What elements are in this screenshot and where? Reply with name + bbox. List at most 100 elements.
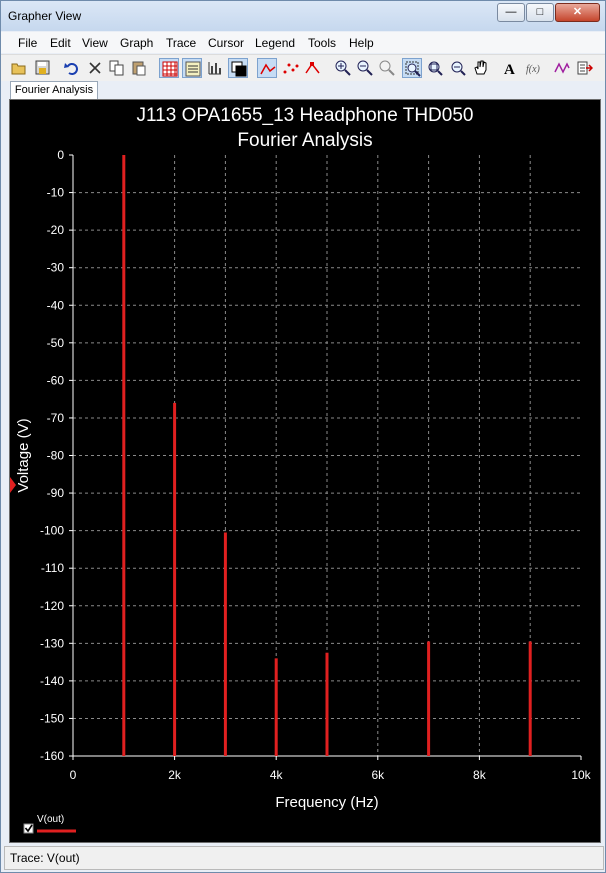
spectral-line — [122, 155, 126, 756]
grapher-window: Grapher View — □ ✕ File Edit View Graph … — [0, 0, 606, 873]
menu-edit[interactable]: Edit — [50, 36, 71, 50]
toolbar: A f(x) — [1, 54, 605, 82]
zoom-out-icon — [357, 60, 373, 76]
close-button[interactable]: ✕ — [555, 3, 600, 22]
formula-button[interactable]: f(x) — [523, 58, 543, 78]
spectral-line — [274, 658, 278, 756]
export-button[interactable] — [575, 58, 595, 78]
y-tick-label: 0 — [57, 148, 64, 162]
menu-trace[interactable]: Trace — [166, 36, 196, 50]
y-tick-label: -30 — [47, 261, 65, 275]
y-tick-label: -60 — [47, 373, 65, 387]
points-trace-icon — [283, 63, 299, 74]
grid-button[interactable] — [159, 58, 179, 78]
maximize-button[interactable]: □ — [526, 3, 554, 22]
spectral-line — [173, 402, 177, 756]
zoom-window-button[interactable] — [448, 58, 468, 78]
zoom-reset-icon — [379, 60, 395, 76]
maximize-icon: □ — [536, 6, 544, 18]
menu-help[interactable]: Help — [349, 36, 374, 50]
open-icon — [11, 63, 26, 75]
y-tick-label: -10 — [47, 186, 65, 200]
status-bar: Trace: V(out) — [4, 846, 604, 870]
close-icon: ✕ — [572, 6, 583, 18]
trace-style-icon — [554, 62, 570, 74]
delete-icon — [89, 62, 101, 74]
undo-button[interactable] — [62, 58, 82, 78]
pan-hand-button[interactable] — [471, 58, 491, 78]
menu-bar: File Edit View Graph Trace Cursor Legend… — [1, 32, 605, 53]
export-icon — [577, 61, 593, 75]
fourier-chart: J113 OPA1655_13 Headphone THD050 Fourier … — [10, 105, 592, 834]
paste-button[interactable] — [129, 58, 149, 78]
bar-chart-button[interactable] — [205, 58, 225, 78]
menu-graph[interactable]: Graph — [120, 36, 153, 50]
table-icon — [185, 61, 201, 77]
text-button[interactable]: A — [500, 58, 520, 78]
line-trace-button[interactable] — [257, 58, 277, 78]
zoom-box-button[interactable] — [402, 58, 422, 78]
zoom-window-icon — [451, 61, 466, 76]
zoom-box-icon — [405, 61, 421, 77]
svg-text:A: A — [504, 62, 515, 76]
svg-text:f(x): f(x) — [526, 64, 541, 75]
x-tick-label: 10k — [571, 768, 591, 782]
text-icon: A — [504, 62, 515, 76]
x-tick-label: 2k — [168, 768, 182, 782]
minimize-button[interactable]: — — [497, 3, 525, 22]
y-tick-label: -120 — [40, 599, 64, 613]
menu-file[interactable]: File — [18, 36, 37, 50]
y-axis-label: Voltage (V) — [15, 418, 32, 492]
x-tick-label: 6k — [371, 768, 385, 782]
spectral-line — [427, 641, 431, 756]
zoom-out-button[interactable] — [355, 58, 375, 78]
points-trace-button[interactable] — [281, 58, 301, 78]
x-tick-label: 0 — [70, 768, 77, 782]
y-tick-label: -40 — [47, 298, 65, 312]
y-tick-label: -160 — [40, 749, 64, 763]
save-icon — [35, 60, 50, 75]
x-axis-label: Frequency (Hz) — [275, 794, 378, 811]
pan-hand-icon — [474, 60, 487, 75]
copy-button[interactable] — [107, 58, 127, 78]
y-tick-label: -130 — [40, 636, 64, 650]
table-button[interactable] — [182, 58, 202, 78]
y-tick-label: -100 — [40, 524, 64, 538]
menu-tools[interactable]: Tools — [308, 36, 336, 50]
zoom-fit-icon — [428, 61, 443, 76]
zoom-fit-button[interactable] — [425, 58, 445, 78]
undo-icon — [64, 63, 78, 75]
bar-chart-icon — [208, 62, 221, 75]
window-button[interactable] — [228, 58, 248, 78]
open-button[interactable] — [9, 58, 29, 78]
y-tick-label: -90 — [47, 486, 65, 500]
y-tick-label: -80 — [47, 449, 65, 463]
chart-subtitle: Fourier Analysis — [237, 130, 372, 151]
spectral-line — [325, 652, 329, 756]
chart-title: J113 OPA1655_13 Headphone THD050 — [137, 105, 474, 126]
x-tick-label: 4k — [270, 768, 284, 782]
status-text: Trace: V(out) — [10, 851, 80, 865]
spectral-line — [528, 641, 532, 756]
delete-button[interactable] — [85, 58, 105, 78]
copy-icon — [109, 60, 124, 76]
paste-icon — [132, 61, 146, 76]
spectral-line — [223, 532, 227, 756]
menu-view[interactable]: View — [82, 36, 108, 50]
x-tick-label: 8k — [473, 768, 487, 782]
formula-icon: f(x) — [526, 64, 541, 75]
line-trace-icon — [260, 63, 276, 75]
trace-style-button[interactable] — [552, 58, 572, 78]
title-bar: Grapher View — □ ✕ — [1, 1, 605, 31]
y-tick-label: -70 — [47, 411, 65, 425]
tab-fourier-analysis[interactable]: Fourier Analysis — [10, 81, 98, 99]
menu-cursor[interactable]: Cursor — [208, 36, 244, 50]
menu-legend[interactable]: Legend — [255, 36, 295, 50]
markers-trace-button[interactable] — [303, 58, 323, 78]
legend-label: V(out) — [37, 814, 64, 825]
zoom-in-button[interactable] — [333, 58, 353, 78]
y-tick-label: -20 — [47, 223, 65, 237]
zoom-reset-button[interactable] — [377, 58, 397, 78]
minimize-icon: — — [505, 6, 517, 18]
save-button[interactable] — [33, 58, 53, 78]
